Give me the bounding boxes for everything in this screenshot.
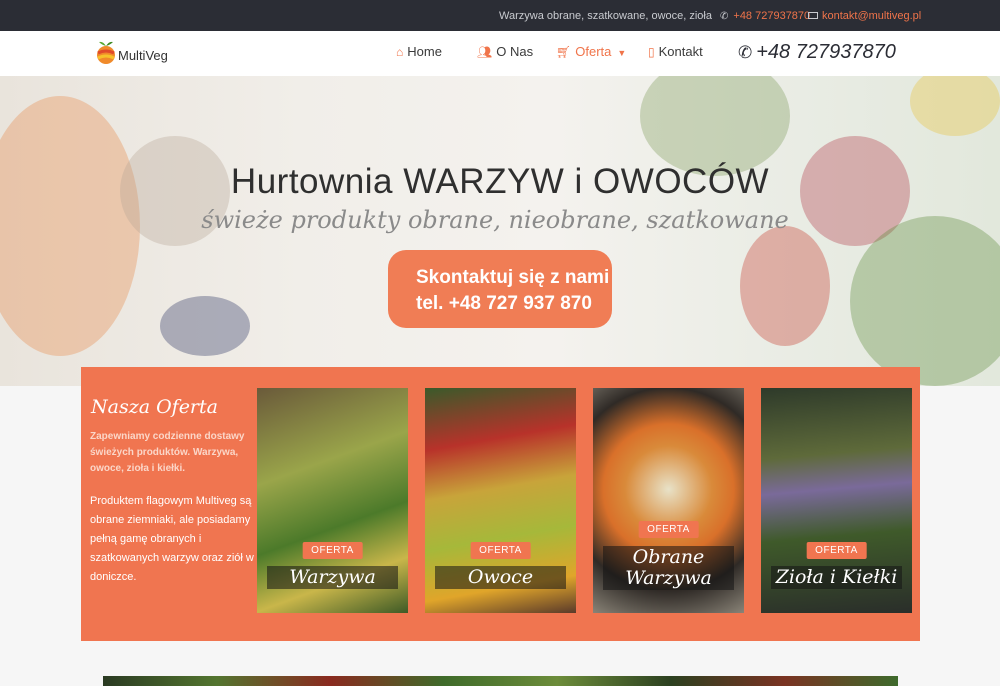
offer-body: Produktem flagowym Multiveg są obrane zi… xyxy=(90,495,254,583)
pepper-decoration xyxy=(740,226,830,346)
cta-line-1: Skontaktuj się z nami xyxy=(416,267,610,288)
nav-offer[interactable]: 🛒︎ Oferta ▼ xyxy=(556,44,626,59)
hero-banner: Hurtownia WARZYW i OWOCÓW świeże produkt… xyxy=(0,76,1000,386)
nav-about[interactable]: 👥︎ O Nas xyxy=(477,44,533,59)
logo-fruit-icon xyxy=(97,41,115,64)
home-icon: ⌂ xyxy=(396,45,404,59)
offer-badge: OFERTA xyxy=(470,542,531,559)
offer-card-label: Zioła i Kiełki xyxy=(771,566,902,589)
nav-about-label: O Nas xyxy=(496,44,534,59)
main-header: MultiVeg ⌂ Home 👥︎ O Nas 🛒︎ Oferta ▼ ▯ Kontak… xyxy=(0,31,1000,76)
top-phone-text: +48 727937870 xyxy=(733,10,811,22)
logo-text: MultiVeg xyxy=(118,48,168,63)
mobile-icon: ▯ xyxy=(648,45,655,59)
lemon-decoration xyxy=(910,76,1000,136)
tagline: Warzywa obrane, szatkowane, owoce, zioła xyxy=(499,10,712,22)
berries-decoration xyxy=(160,296,250,356)
header-phone-text: +48 727937870 xyxy=(756,41,896,63)
offer-section: Nasza Oferta Zapewniamy codzienne dostaw… xyxy=(81,367,920,641)
logo[interactable]: MultiVeg xyxy=(95,40,185,68)
phone-icon: ✆ xyxy=(720,11,729,22)
bottom-image-strip xyxy=(103,676,898,686)
cta-line-2: tel. +48 727 937 870 xyxy=(416,293,592,314)
nav-contact[interactable]: ▯ Kontakt xyxy=(648,44,703,59)
users-icon: 👥︎ xyxy=(477,45,493,59)
top-email-link[interactable]: kontakt@multiveg.pl xyxy=(808,10,921,22)
phone-icon: ✆ xyxy=(738,43,753,62)
header-phone[interactable]: ✆ +48 727937870 xyxy=(738,41,896,64)
offer-card-peeled-vegetables[interactable]: OFERTA Obrane Warzywa xyxy=(593,388,744,613)
cart-icon: 🛒︎ xyxy=(556,45,572,59)
offer-card-herbs-sprouts[interactable]: OFERTA Zioła i Kiełki xyxy=(761,388,912,613)
asparagus-decoration xyxy=(640,76,790,176)
top-bar: Warzywa obrane, szatkowane, owoce, zioła… xyxy=(0,0,1000,31)
contact-cta-button[interactable]: Skontaktuj się z nami tel. +48 727 937 8… xyxy=(388,250,612,328)
offer-intro: Zapewniamy codzienne dostawy świeżych pr… xyxy=(90,431,245,474)
chevron-down-icon: ▼ xyxy=(617,48,627,58)
nav-contact-label: Kontakt xyxy=(658,44,703,59)
hero-subtitle: świeże produkty obrane, nieobrane, szatk… xyxy=(201,206,789,234)
offer-card-label: Owoce xyxy=(435,566,566,589)
nav-offer-label: Oferta xyxy=(575,44,612,59)
top-phone-link[interactable]: ✆ +48 727937870 xyxy=(720,10,810,22)
offer-card-label: Obrane Warzywa xyxy=(603,546,734,590)
nav-home[interactable]: ⌂ Home xyxy=(396,44,442,59)
offer-card-fruits[interactable]: OFERTA Owoce xyxy=(425,388,576,613)
offer-badge: OFERTA xyxy=(302,542,363,559)
envelope-icon xyxy=(808,12,818,19)
offer-badge: OFERTA xyxy=(806,542,867,559)
offer-card-vegetables[interactable]: OFERTA Warzywa xyxy=(257,388,408,613)
offer-card-label: Warzywa xyxy=(267,566,398,589)
offer-title: Nasza Oferta xyxy=(91,396,218,418)
top-email-text: kontakt@multiveg.pl xyxy=(822,10,922,22)
nav-home-label: Home xyxy=(407,44,442,59)
cucumber-decoration xyxy=(850,216,1000,386)
offer-badge: OFERTA xyxy=(638,521,699,538)
hero-title: Hurtownia WARZYW i OWOCÓW xyxy=(230,162,770,201)
